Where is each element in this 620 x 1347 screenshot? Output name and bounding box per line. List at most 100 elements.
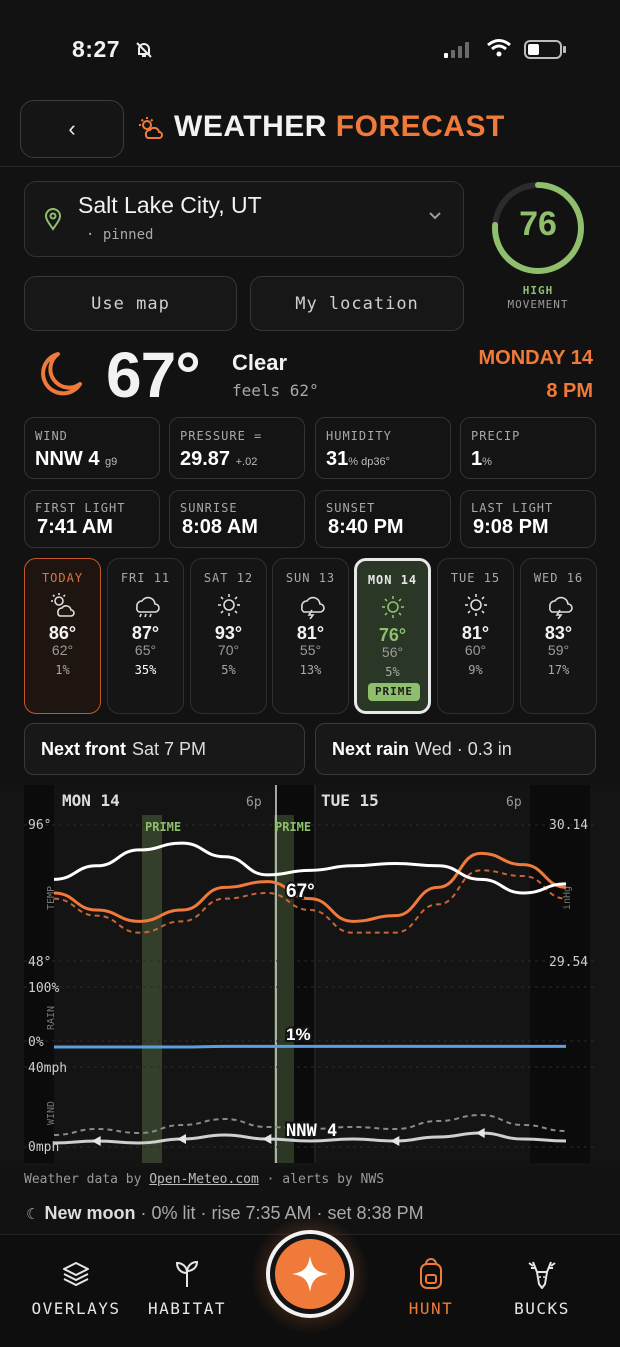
signal-icon (444, 42, 469, 58)
day-low: 62° (51, 642, 74, 658)
first-light-value: 7:41 AM (37, 516, 113, 538)
day-name: TODAY (41, 571, 84, 585)
day-card-sun[interactable]: SUN 13 81° 55° 13% (272, 558, 349, 714)
hourly-chart[interactable]: MON 14 6p TUE 15 6p PRIME PRIME 96° 48° … (0, 785, 620, 1167)
day-name: WED 16 (533, 571, 584, 585)
day-card-tue[interactable]: TUE 15 81° 60° 9% (437, 558, 514, 714)
deer-icon (482, 1257, 602, 1291)
day-low: 59° (547, 642, 570, 658)
humidity-value: 31% dp36° (326, 448, 390, 470)
feels-like: feels 62° (232, 381, 319, 400)
thunder-cloud-icon (273, 591, 348, 619)
my-location-button[interactable]: My location (250, 276, 464, 331)
header-divider (0, 166, 620, 167)
temp-max: 96° (28, 818, 51, 833)
sunset-value: 8:40 PM (328, 516, 404, 538)
sun-icon (191, 591, 266, 619)
sunset-label: SUNSET (326, 501, 376, 515)
next-rain-pill[interactable]: Next rain Wed · 0.3 in (315, 723, 596, 775)
sun-icon (357, 593, 428, 621)
precip-label: PRECIP (471, 429, 521, 443)
day-high: 87° (131, 623, 160, 643)
day-card-fri[interactable]: FRI 11 87° 65° 35% (107, 558, 184, 714)
day-high: 93° (214, 623, 243, 643)
prime-label: PRIME (275, 820, 311, 834)
day-high: 81° (296, 623, 325, 643)
day-card-wed[interactable]: WED 16 83° 59° 17% (520, 558, 597, 714)
day-high: 76° (378, 625, 407, 645)
partly-cloudy-night-icon (138, 116, 164, 145)
day-high: 83° (544, 623, 573, 643)
bell-off-icon (134, 40, 154, 65)
rain-series (54, 1044, 566, 1049)
nav-hunt[interactable]: HUNT (371, 1257, 491, 1318)
rain-axis: RAIN (46, 1006, 57, 1030)
first-light-label: FIRST LIGHT (35, 501, 126, 515)
day-card-today[interactable]: TODAY 86° 62° 1% (24, 558, 101, 714)
battery-cap (563, 46, 566, 53)
press-axis: inHg (562, 886, 573, 910)
sun-icon (438, 591, 513, 619)
nav-overlays[interactable]: OVERLAYS (16, 1257, 136, 1318)
battery-icon (524, 40, 562, 59)
day-precip: 9% (468, 663, 483, 677)
day-low: 65° (134, 642, 157, 658)
wind-label: WIND (35, 429, 68, 443)
temp-min: 48° (28, 955, 51, 970)
page-title: WEATHER FORECAST (174, 110, 505, 143)
selected-time: 8 PM (546, 380, 593, 402)
sunset-tile: SUNSET 8:40 PM (315, 490, 451, 548)
chart-tick-6p: 6p (506, 795, 522, 810)
press-max: 30.14 (549, 818, 588, 833)
day-name: SAT 12 (203, 571, 254, 585)
wind-axis: WIND (46, 1101, 57, 1125)
chevron-down-icon (428, 208, 442, 224)
use-map-button[interactable]: Use map (24, 276, 237, 331)
day-card-sat[interactable]: SAT 12 93° 70° 5% (190, 558, 267, 714)
next-front-pill[interactable]: Next front Sat 7 PM (24, 723, 305, 775)
press-min: 29.54 (549, 955, 588, 970)
precip-value: 1% (471, 448, 492, 470)
partly-cloudy-icon (25, 591, 100, 619)
current-temp: 67° (106, 339, 201, 411)
day-precip: 17% (547, 663, 570, 677)
map-pin-icon (44, 207, 62, 236)
open-meteo-link[interactable]: Open-Meteo.com (149, 1172, 259, 1187)
moon-small-icon: ☾ (26, 1206, 40, 1223)
rain-max: 100% (28, 981, 59, 996)
sprout-icon (127, 1257, 247, 1291)
wind-tile: WIND NNW 4 g9 (24, 417, 160, 479)
first-light-tile: FIRST LIGHT 7:41 AM (24, 490, 160, 548)
nav-habitat[interactable]: HABITAT (127, 1257, 247, 1318)
day-low: 60° (464, 642, 487, 658)
rain-cloud-icon (108, 591, 183, 619)
location-sub: · pinned (86, 227, 154, 243)
day-precip: 5% (385, 665, 400, 679)
wifi-icon (486, 38, 512, 63)
sunrise-value: 8:08 AM (182, 516, 258, 538)
center-action-button[interactable] (266, 1230, 354, 1318)
day-card-mon-selected[interactable]: MON 14 76° 56° 5% PRIME (354, 558, 431, 714)
day-name: SUN 13 (285, 571, 336, 585)
chart-day1: MON 14 (62, 791, 120, 810)
prime-badge: PRIME (368, 683, 420, 701)
day-low: 55° (299, 642, 322, 658)
prime-label: PRIME (145, 820, 181, 834)
prime-band (274, 815, 294, 1163)
chart-tick-6p: 6p (246, 795, 262, 810)
sunrise-tile: SUNRISE 8:08 AM (169, 490, 305, 548)
layers-icon (16, 1257, 136, 1291)
sparkle-icon (292, 1256, 328, 1292)
back-button[interactable]: ‹ (20, 100, 124, 158)
rain-min: 0% (28, 1035, 44, 1050)
day-precip: 5% (221, 663, 236, 677)
pressure-value: 29.87 +.02 (180, 448, 258, 470)
cur-rain-label: 1% (286, 1025, 311, 1044)
cur-wind-label: NNW 4 (286, 1121, 337, 1141)
nav-bucks[interactable]: BUCKS (482, 1257, 602, 1318)
thunder-cloud-icon (521, 591, 596, 619)
precip-tile: PRECIP 1% (460, 417, 596, 479)
last-light-value: 9:08 PM (473, 516, 549, 538)
chevron-left-icon: ‹ (68, 116, 76, 141)
current-condition: Clear (232, 350, 288, 375)
